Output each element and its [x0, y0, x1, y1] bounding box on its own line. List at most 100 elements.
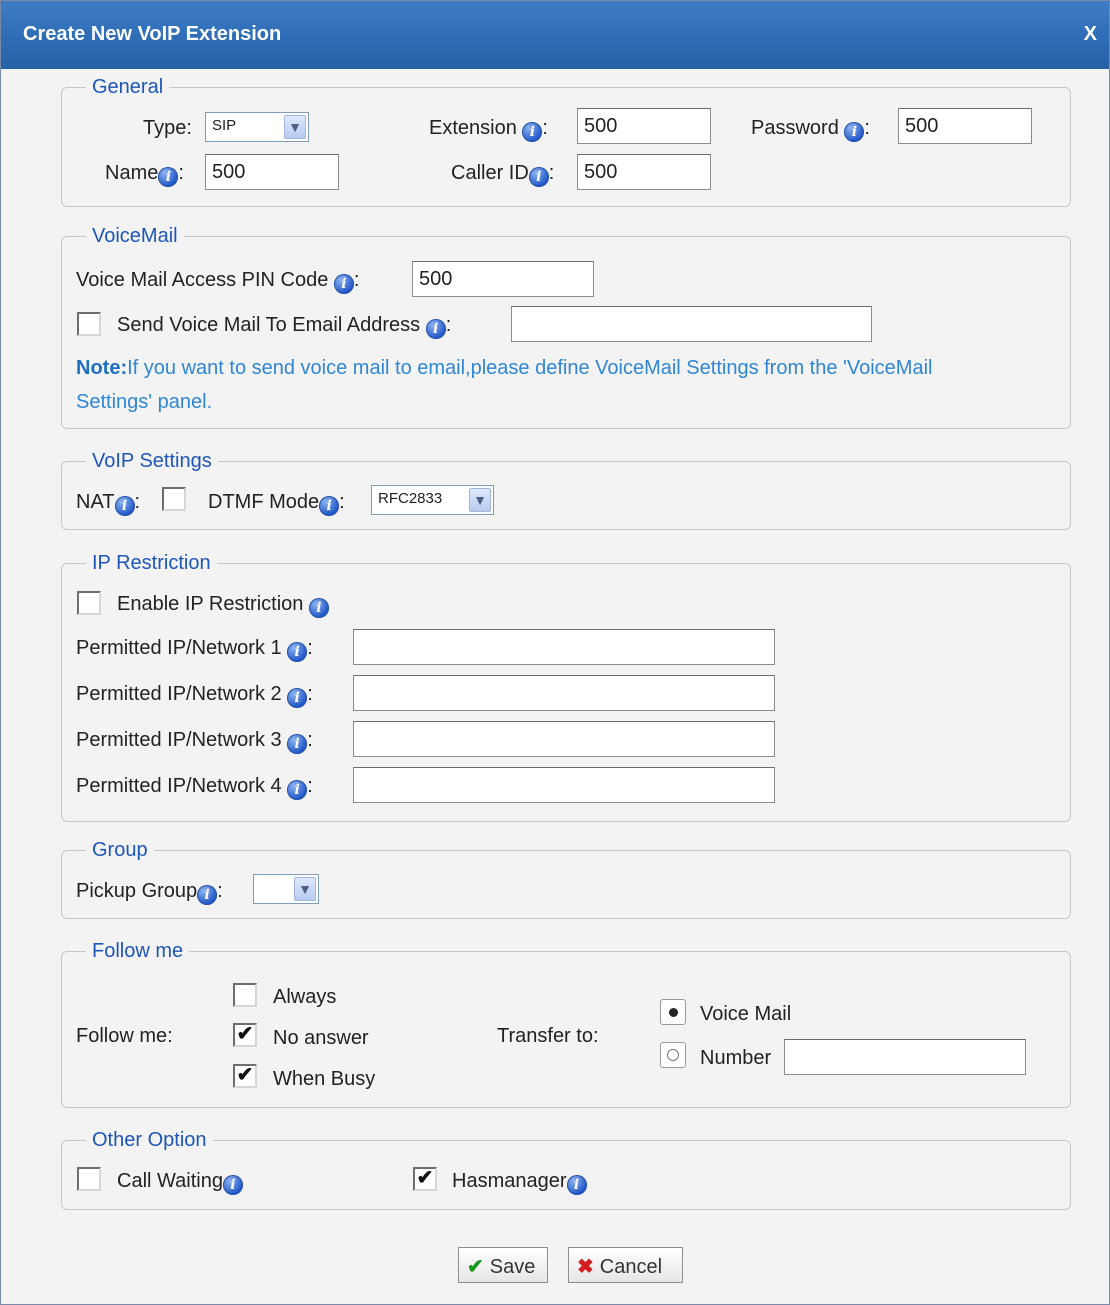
voice-mail-radio-label: Voice Mail — [700, 1003, 792, 1025]
name-label-text: Name — [105, 162, 159, 184]
enable-ip-restriction-label: Enable IP Restriction i — [117, 593, 329, 618]
follow-me-legend: Follow me — [92, 940, 184, 962]
info-icon[interactable]: i — [287, 688, 308, 708]
voip-legend: VoIP Settings — [92, 450, 212, 472]
save-button-label: Save — [489, 1256, 536, 1278]
always-label: Always — [273, 986, 337, 1008]
permitted-4-input[interactable] — [353, 767, 775, 803]
info-icon[interactable]: i — [308, 598, 329, 618]
ip-restriction-legend: IP Restriction — [92, 552, 211, 574]
password-label: Password i: — [751, 117, 870, 142]
create-extension-dialog: Create New VoIP Extension X General Type… — [0, 0, 1110, 1305]
nat-label-text: NAT — [76, 491, 115, 513]
permitted-4-label-text: Permitted IP/Network 4 — [76, 775, 282, 797]
check-icon: ✔ — [467, 1256, 484, 1278]
other-option-legend: Other Option — [92, 1129, 207, 1151]
type-label: Type: — [143, 117, 192, 139]
close-button[interactable]: X — [1084, 23, 1097, 46]
info-icon[interactable]: i — [333, 274, 354, 294]
pin-input[interactable] — [412, 261, 594, 297]
permitted-2-label-text: Permitted IP/Network 2 — [76, 683, 282, 705]
info-icon[interactable]: i — [222, 1175, 243, 1195]
number-radio[interactable] — [660, 1042, 686, 1068]
info-icon[interactable]: i — [528, 167, 549, 187]
info-icon[interactable]: i — [158, 167, 179, 187]
number-input[interactable] — [784, 1039, 1026, 1075]
nat-checkbox[interactable] — [162, 487, 186, 511]
permitted-2-input[interactable] — [353, 675, 775, 711]
call-waiting-checkbox[interactable] — [77, 1167, 101, 1191]
permitted-4-label: Permitted IP/Network 4 i: — [76, 775, 313, 800]
cancel-button[interactable]: ✖ Cancel — [568, 1247, 683, 1283]
voicemail-note: Note:If you want to send voice mail to e… — [76, 351, 1056, 419]
always-checkbox[interactable] — [233, 983, 257, 1007]
voicemail-legend: VoiceMail — [92, 225, 178, 247]
transfer-to-label: Transfer to: — [497, 1025, 599, 1047]
follow-me-label: Follow me: — [76, 1025, 173, 1047]
info-icon[interactable]: i — [114, 496, 135, 516]
info-icon[interactable]: i — [197, 885, 218, 905]
group-section: Group — [61, 839, 1071, 919]
dtmf-label-text: DTMF Mode — [208, 491, 320, 513]
extension-input[interactable] — [577, 108, 711, 144]
chevron-down-icon: ▼ — [469, 488, 491, 512]
pin-label-text: Voice Mail Access PIN Code — [76, 269, 329, 291]
chevron-down-icon: ▼ — [284, 115, 306, 139]
voip-section: VoIP Settings — [61, 450, 1071, 530]
group-legend: Group — [92, 839, 148, 861]
send-email-label: Send Voice Mail To Email Address i: — [117, 314, 452, 339]
info-icon[interactable]: i — [287, 780, 308, 800]
password-input[interactable] — [898, 108, 1032, 144]
email-input[interactable] — [511, 306, 872, 342]
cancel-button-label: Cancel — [599, 1256, 663, 1278]
radio-empty-ring — [667, 1049, 679, 1061]
permitted-3-label-text: Permitted IP/Network 3 — [76, 729, 282, 751]
info-icon[interactable]: i — [425, 319, 446, 339]
permitted-3-label: Permitted IP/Network 3 i: — [76, 729, 313, 754]
title-bar: Create New VoIP Extension X — [1, 1, 1109, 69]
save-button[interactable]: ✔ Save — [458, 1247, 548, 1283]
send-email-checkbox[interactable] — [77, 312, 101, 336]
no-answer-checkbox[interactable]: ✔ — [233, 1023, 257, 1047]
call-waiting-label-text: Call Waiting — [117, 1170, 223, 1192]
name-input[interactable] — [205, 154, 339, 190]
pin-label: Voice Mail Access PIN Code i: — [76, 269, 360, 294]
permitted-1-input[interactable] — [353, 629, 775, 665]
when-busy-checkbox[interactable]: ✔ — [233, 1064, 257, 1088]
hasmanager-label: Hasmanager i — [452, 1170, 587, 1195]
type-select-value: SIP — [212, 117, 237, 134]
callerid-label: Caller ID i: — [451, 162, 555, 187]
hasmanager-checkbox[interactable]: ✔ — [413, 1167, 437, 1191]
send-email-label-text: Send Voice Mail To Email Address — [117, 314, 421, 336]
x-icon: ✖ — [577, 1256, 594, 1278]
name-label: Name i: — [105, 162, 184, 187]
pickup-group-select[interactable]: ▼ — [253, 874, 319, 904]
callerid-label-text: Caller ID — [451, 162, 529, 184]
extension-label-text: Extension — [429, 117, 517, 139]
call-waiting-label: Call Waiting i — [117, 1170, 243, 1195]
info-icon[interactable]: i — [522, 122, 543, 142]
radio-selected-dot — [669, 1008, 678, 1017]
callerid-input[interactable] — [577, 154, 711, 190]
info-icon[interactable]: i — [319, 496, 340, 516]
enable-ip-restriction-checkbox[interactable] — [77, 591, 101, 615]
nat-label: NAT i: — [76, 491, 141, 516]
when-busy-label: When Busy — [273, 1068, 376, 1090]
note-line1: If you want to send voice mail to email,… — [127, 357, 933, 379]
permitted-3-input[interactable] — [353, 721, 775, 757]
info-icon[interactable]: i — [287, 734, 308, 754]
number-radio-label: Number — [700, 1047, 772, 1069]
type-select[interactable]: SIP ▼ — [205, 112, 309, 142]
voice-mail-radio[interactable] — [660, 999, 686, 1025]
pickup-group-label: Pickup Group i: — [76, 880, 223, 905]
dtmf-select[interactable]: RFC2833 ▼ — [371, 485, 494, 515]
info-icon[interactable]: i — [566, 1175, 587, 1195]
enable-ip-label-text: Enable IP Restriction — [117, 593, 304, 615]
info-icon[interactable]: i — [844, 122, 865, 142]
info-icon[interactable]: i — [287, 642, 308, 662]
dtmf-label: DTMF Mode i: — [208, 491, 345, 516]
permitted-2-label: Permitted IP/Network 2 i: — [76, 683, 313, 708]
dialog-title: Create New VoIP Extension — [23, 23, 282, 45]
permitted-1-label-text: Permitted IP/Network 1 — [76, 637, 282, 659]
chevron-down-icon: ▼ — [294, 877, 316, 901]
